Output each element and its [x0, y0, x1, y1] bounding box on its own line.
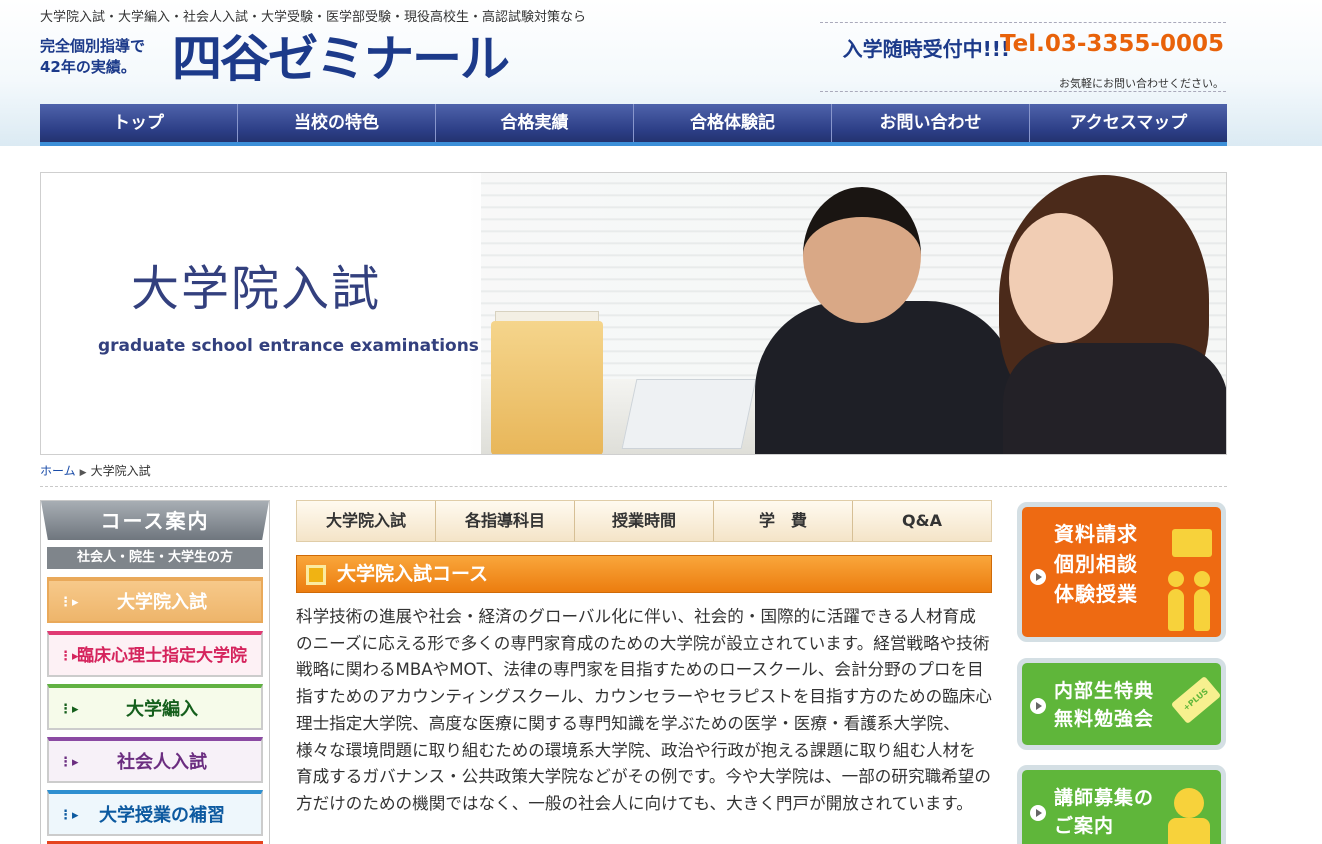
logo-subtitle-line2: 42年の実績。 [40, 58, 136, 76]
teacher-icon [1174, 788, 1204, 818]
sidebar-item-label: 社会人入試 [117, 752, 207, 773]
contact-note: お気軽にお問い合わせください。 [1059, 77, 1224, 90]
person-icon [1194, 589, 1210, 631]
plus-tag-icon: +PLUS [1170, 675, 1221, 725]
section-title: 大学院入試コース [296, 555, 992, 593]
breadcrumb-home[interactable]: ホーム [40, 464, 76, 478]
banner-line: 体験授業 [1054, 582, 1138, 606]
teacher-body-icon [1168, 818, 1210, 844]
hero-laptop [621, 379, 757, 449]
banner-line: 無料勉強会 [1054, 708, 1155, 730]
sidebar-item-label: 大学授業の補習 [99, 805, 225, 826]
page: 大学院入試・大学編入・社会人入試・大学受験・医学部受験・現役高校生・高認試験対策… [0, 0, 1322, 844]
arrow-icon: ⋮▸ [59, 755, 79, 770]
sidebar-item-label: 大学院入試 [117, 592, 207, 613]
banner-text: 資料請求 個別相談 体験授業 [1054, 519, 1138, 609]
breadcrumb-current: 大学院入試 [90, 464, 151, 478]
tab-tuition[interactable]: 学 費 [714, 501, 853, 541]
section-body: 科学技術の進展や社会・経済のグローバル化に伴い、社会的・国際的に活躍できる人材育… [296, 607, 992, 813]
tab-graduate-entrance[interactable]: 大学院入試 [297, 501, 436, 541]
banner-line: 個別相談 [1054, 552, 1138, 576]
nav-contact[interactable]: お問い合わせ [832, 104, 1030, 142]
breadcrumb-separator-icon: ▶ [79, 468, 87, 478]
arrow-icon: ⋮▸ [59, 808, 79, 823]
admission-open-text: 入学随時受付中!!! [842, 37, 1010, 61]
logo-subtitle-line1: 完全個別指導で [40, 37, 146, 55]
sidebar-item-clinical-psychology[interactable]: ⋮▸ 臨床心理士指定大学院 [47, 631, 263, 677]
play-arrow-icon [1030, 569, 1046, 585]
tab-faq[interactable]: Q&A [853, 501, 991, 541]
banner-teacher-recruitment[interactable]: 講師募集の ご案内 [1017, 765, 1226, 844]
contact-box: 入学随時受付中!!! Tel.03-3355-0005 お気軽にお問い合わせくだ… [820, 22, 1226, 92]
nav-top[interactable]: トップ [40, 104, 238, 142]
banner-request-materials[interactable]: 資料請求 個別相談 体験授業 [1017, 502, 1226, 642]
sidebar-item-adult-entrance[interactable]: ⋮▸ 社会人入試 [47, 737, 263, 783]
content-tabs: 大学院入試 各指導科目 授業時間 学 費 Q&A [296, 500, 992, 542]
person-icon [1168, 589, 1184, 631]
tab-subjects[interactable]: 各指導科目 [436, 501, 575, 541]
sidebar-item-university-tutoring[interactable]: ⋮▸ 大学授業の補習 [47, 790, 263, 836]
arrow-icon: ⋮▸ [59, 702, 79, 717]
hero-subtitle: graduate school entrance examinations [98, 336, 479, 356]
header-tagline: 大学院入試・大学編入・社会人入試・大学受験・医学部受験・現役高校生・高認試験対策… [40, 10, 587, 25]
play-arrow-icon [1030, 698, 1046, 714]
hero-man-head [803, 187, 921, 323]
sidebar-item-graduate-entrance[interactable]: ⋮▸ 大学院入試 [47, 577, 263, 623]
logo-subtitle[interactable]: 完全個別指導で 42年の実績。 [40, 36, 145, 78]
banner-free-study-session[interactable]: 内部生特典 無料勉強会 +PLUS [1017, 658, 1226, 750]
course-sidebar: コース案内 社会人・院生・大学生の方 ⋮▸ 大学院入試 ⋮▸ 臨床心理士指定大学… [40, 500, 270, 844]
banner-text: 内部生特典 無料勉強会 [1054, 677, 1154, 733]
banner-text: 講師募集の ご案内 [1054, 784, 1154, 840]
hero-woman-body [1003, 343, 1226, 454]
sidebar-item-transfer[interactable]: ⋮▸ 大学編入 [47, 684, 263, 730]
tab-class-hours[interactable]: 授業時間 [575, 501, 714, 541]
phone-number[interactable]: Tel.03-3355-0005 [1000, 31, 1224, 57]
sidebar-item-label: 大学編入 [126, 699, 198, 720]
banner-line: 講師募集の [1054, 787, 1155, 809]
arrow-icon: ⋮▸ [59, 649, 79, 664]
hero-woman-face [1009, 213, 1113, 343]
hero-folder [491, 321, 603, 454]
breadcrumb: ホーム ▶ 大学院入試 [40, 462, 1227, 487]
square-marker-icon [306, 565, 326, 585]
person-icon [1194, 571, 1210, 587]
sidebar-item-label: 臨床心理士指定大学院 [77, 646, 247, 666]
hero-man-body [755, 301, 1017, 454]
hero-title: 大学院入試 [131, 261, 382, 317]
arrow-icon: ⋮▸ [59, 595, 79, 610]
nav-testimonials[interactable]: 合格体験記 [634, 104, 832, 142]
nav-access-map[interactable]: アクセスマップ [1030, 104, 1227, 142]
sidebar-subheading: 社会人・院生・大学生の方 [47, 547, 263, 569]
banner-line: 内部生特典 [1054, 680, 1155, 702]
hero-banner: 大学院入試 graduate school entrance examinati… [40, 172, 1227, 455]
nav-results[interactable]: 合格実績 [436, 104, 634, 142]
banner-line: ご案内 [1054, 815, 1115, 837]
section-title-text: 大学院入試コース [337, 563, 489, 585]
site-logo[interactable]: 四谷ゼミナール [172, 26, 510, 92]
person-icon [1168, 571, 1184, 587]
book-icon [1172, 529, 1212, 557]
play-arrow-icon [1030, 805, 1046, 821]
global-nav: トップ 当校の特色 合格実績 合格体験記 お問い合わせ アクセスマップ [40, 104, 1227, 146]
banner-line: 資料請求 [1054, 522, 1138, 546]
sidebar-heading: コース案内 [41, 501, 269, 540]
nav-features[interactable]: 当校の特色 [238, 104, 436, 142]
